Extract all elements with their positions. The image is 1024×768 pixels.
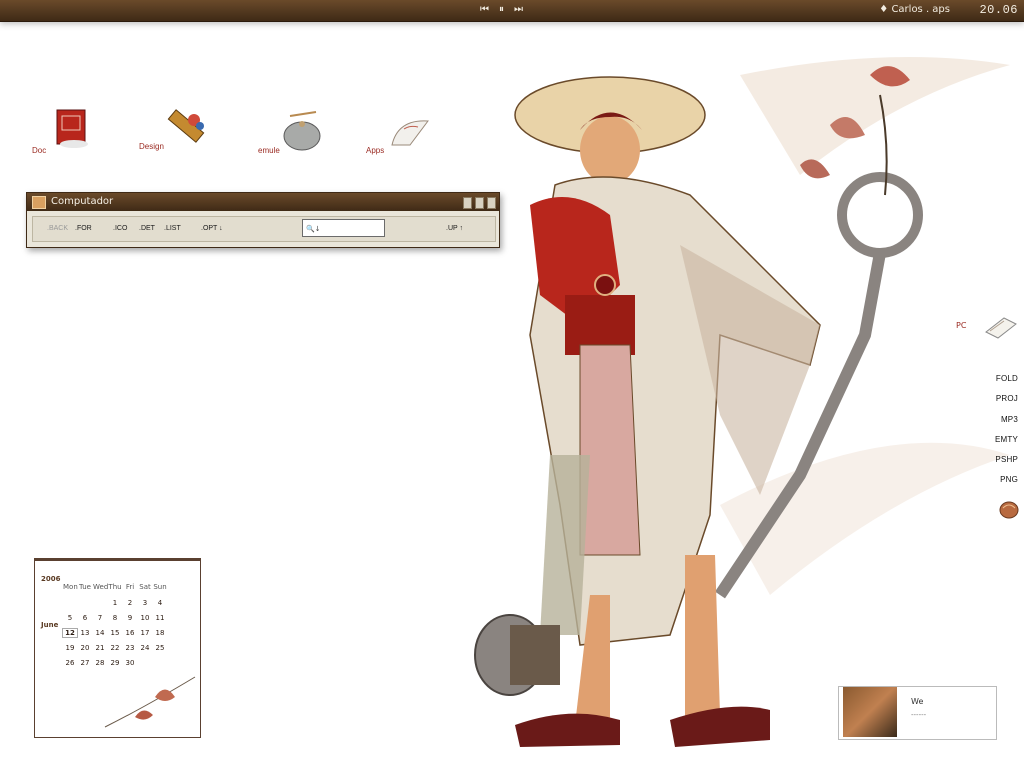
calendar-day[interactable]: 24 [138,644,152,652]
explorer-window: Computador .BACK .FOR .ICO .DET .LIST .O… [26,192,500,248]
calendar-weekday: Sat [139,583,151,591]
calendar-month: June [41,621,59,629]
calendar-day[interactable]: 23 [123,644,137,652]
desktop-icon-label: Doc [32,146,47,155]
calendar-day[interactable]: 3 [138,599,152,607]
media-controls: ⏮ ⏸ ⏭ [480,3,523,17]
calendar-day[interactable]: 2 [123,599,137,607]
photo-subcaption: ------ [911,711,927,719]
calendar-day[interactable]: 16 [123,629,137,637]
calendar-day[interactable]: 13 [78,629,92,637]
notebook-icon[interactable] [984,314,1018,340]
calendar-weekday: Mon [63,583,78,591]
desktop-icon-label: Apps [366,146,385,155]
calendar-day[interactable]: 27 [78,659,92,667]
desktop-icon-label: Design [139,142,164,151]
desktop-icon-doc[interactable]: Doc [30,106,95,156]
calendar-day[interactable]: 20 [78,644,92,652]
calendar-weekday: Fri [125,583,135,591]
calendar-day[interactable]: 8 [108,614,122,622]
calendar-year: 2006 [41,575,61,583]
up-button[interactable]: .UP ↑ [446,225,463,232]
calendar-weekday: Wed [93,583,109,591]
user-name[interactable]: ♦ Carlos . aps [879,4,950,15]
calendar-weekday: Thu [108,583,122,591]
maximize-button[interactable] [475,197,484,209]
photo-thumbnail[interactable] [843,687,897,737]
calendar-day[interactable]: 15 [108,629,122,637]
calendar-day[interactable]: 25 [153,644,167,652]
window-toolbar: .BACK .FOR .ICO .DET .LIST .OPT ↓ 🔍↓ .UP… [32,216,496,242]
calendar-day[interactable]: 18 [153,629,167,637]
dock-item-mp3[interactable]: MP3 [1001,415,1018,424]
calendar-day[interactable]: 4 [153,599,167,607]
calendar-day[interactable]: 17 [138,629,152,637]
desktop-icon-design[interactable]: Design [138,104,213,154]
minimize-button[interactable] [463,197,472,209]
window-titlebar[interactable]: Computador [27,193,499,211]
calendar-day[interactable]: 19 [63,644,77,652]
calendar-day[interactable]: 14 [93,629,107,637]
photo-caption: We [911,697,924,706]
desktop-icon-emule[interactable]: emule [258,108,328,155]
window-title: Computador [51,196,114,207]
calendar-day[interactable]: 5 [63,614,77,622]
calendar-widget: 2006 June Mon Tue Wed Thu Fri Sat Sun 1 2 3 4 5 6 7 8 9… [34,558,201,738]
folder-icon [32,196,46,209]
list-view-button[interactable]: .LIST [164,225,181,232]
icons-view-button[interactable]: .ICO [113,225,127,232]
pause-button[interactable]: ⏸ [499,3,504,17]
calendar-day[interactable]: 21 [93,644,107,652]
pc-label[interactable]: PC [956,321,966,330]
wallpaper-figure [474,57,1010,747]
dock-item-png[interactable]: PNG [1000,475,1018,484]
calendar-day[interactable]: 1 [108,599,122,607]
recycle-bin-icon[interactable] [998,498,1020,520]
back-button[interactable]: .BACK [47,225,68,232]
fan-icon [391,120,429,146]
clock: 20.06 [979,3,1018,17]
close-button[interactable] [487,197,496,209]
calendar-day[interactable]: 11 [153,614,167,622]
teapot-icon [283,111,321,151]
details-view-button[interactable]: .DET [139,225,155,232]
desktop-icon-label: emule [258,146,280,155]
dock-item-emty[interactable]: EMTY [995,435,1018,444]
desktop-icon-apps[interactable]: Apps [366,115,436,157]
calendar-day[interactable]: 9 [123,614,137,622]
dock-item-fold[interactable]: FOLD [996,374,1018,383]
previous-track-button[interactable]: ⏮ [480,3,489,17]
brushes-icon [167,109,205,143]
calendar-day[interactable]: 7 [93,614,107,622]
top-bar: ⏮ ⏸ ⏭ ♦ Carlos . aps 20.06 [0,0,1024,22]
calendar-weekday: Sun [153,583,167,591]
calendar-day[interactable]: 22 [108,644,122,652]
calendar-day[interactable]: 6 [78,614,92,622]
flower-decoration [104,676,196,728]
calendar-weekday: Tue [79,583,91,591]
calendar-today[interactable]: 12 [62,628,78,638]
photo-widget: We ------ [838,686,997,740]
search-input[interactable]: 🔍↓ [302,219,385,237]
dock-item-pshp[interactable]: PSHP [995,455,1018,464]
dock-item-proj[interactable]: PROJ [996,394,1018,403]
next-track-button[interactable]: ⏭ [514,3,523,17]
calendar-day[interactable]: 26 [63,659,77,667]
options-button[interactable]: .OPT ↓ [201,225,223,232]
forward-button[interactable]: .FOR [75,225,92,232]
book-icon [56,109,88,148]
calendar-day[interactable]: 10 [138,614,152,622]
